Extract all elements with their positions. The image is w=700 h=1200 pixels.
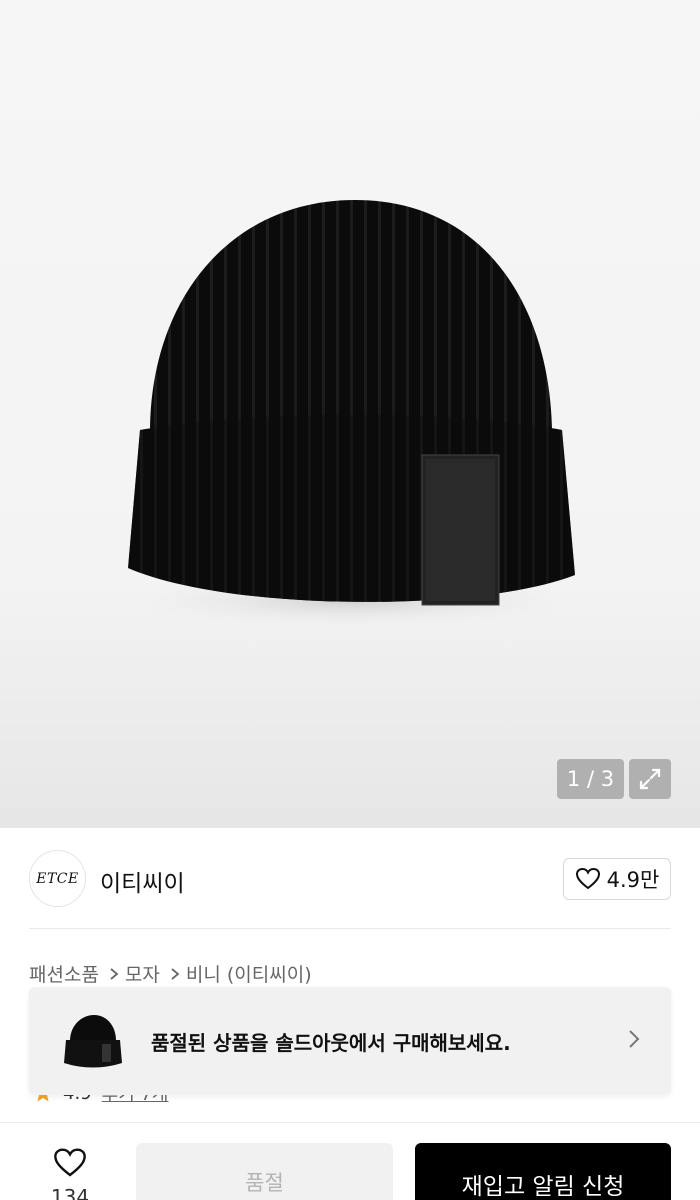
brand-logo[interactable]: ETCE: [29, 850, 86, 907]
soldout-banner-text: 품절된 상품을 솔드아웃에서 구매해보세요.: [151, 1030, 511, 1055]
heart-outline-icon: [54, 1148, 86, 1177]
brand-like-count: 4.9만: [606, 868, 660, 892]
restock-alert-button[interactable]: 재입고 알림 신청: [415, 1143, 671, 1200]
breadcrumb: 패션소품 모자 비니 (이티씨이): [29, 960, 312, 987]
bottom-action-bar: 134 품절 재입고 알림 신청: [0, 1122, 700, 1200]
beanie-image: [110, 200, 590, 630]
banner-thumbnail: [51, 999, 135, 1083]
chevron-right-icon: [170, 967, 180, 981]
breadcrumb-item[interactable]: 비니 (이티씨이): [186, 960, 312, 987]
soldout-button[interactable]: 품절: [136, 1143, 393, 1200]
product-image-gallery[interactable]: 1 / 3: [0, 0, 700, 828]
section-divider: [29, 928, 671, 929]
breadcrumb-item[interactable]: 패션소품: [29, 960, 99, 987]
heart-outline-icon: [575, 867, 600, 890]
breadcrumb-item[interactable]: 모자: [125, 960, 160, 987]
image-counter: 1 / 3: [557, 759, 624, 799]
expand-icon[interactable]: [629, 759, 671, 799]
chevron-right-icon: [109, 967, 119, 981]
brand-name[interactable]: 이티씨이: [100, 864, 185, 898]
brand-row: ETCE 이티씨이 4.9만: [0, 828, 700, 930]
wish-count: 134: [50, 1185, 90, 1200]
chevron-right-icon: [627, 1028, 641, 1054]
soldout-banner[interactable]: 품절된 상품을 솔드아웃에서 구매해보세요.: [29, 987, 671, 1095]
brand-like-button[interactable]: 4.9만: [563, 858, 671, 900]
wish-button[interactable]: 134: [40, 1147, 100, 1200]
